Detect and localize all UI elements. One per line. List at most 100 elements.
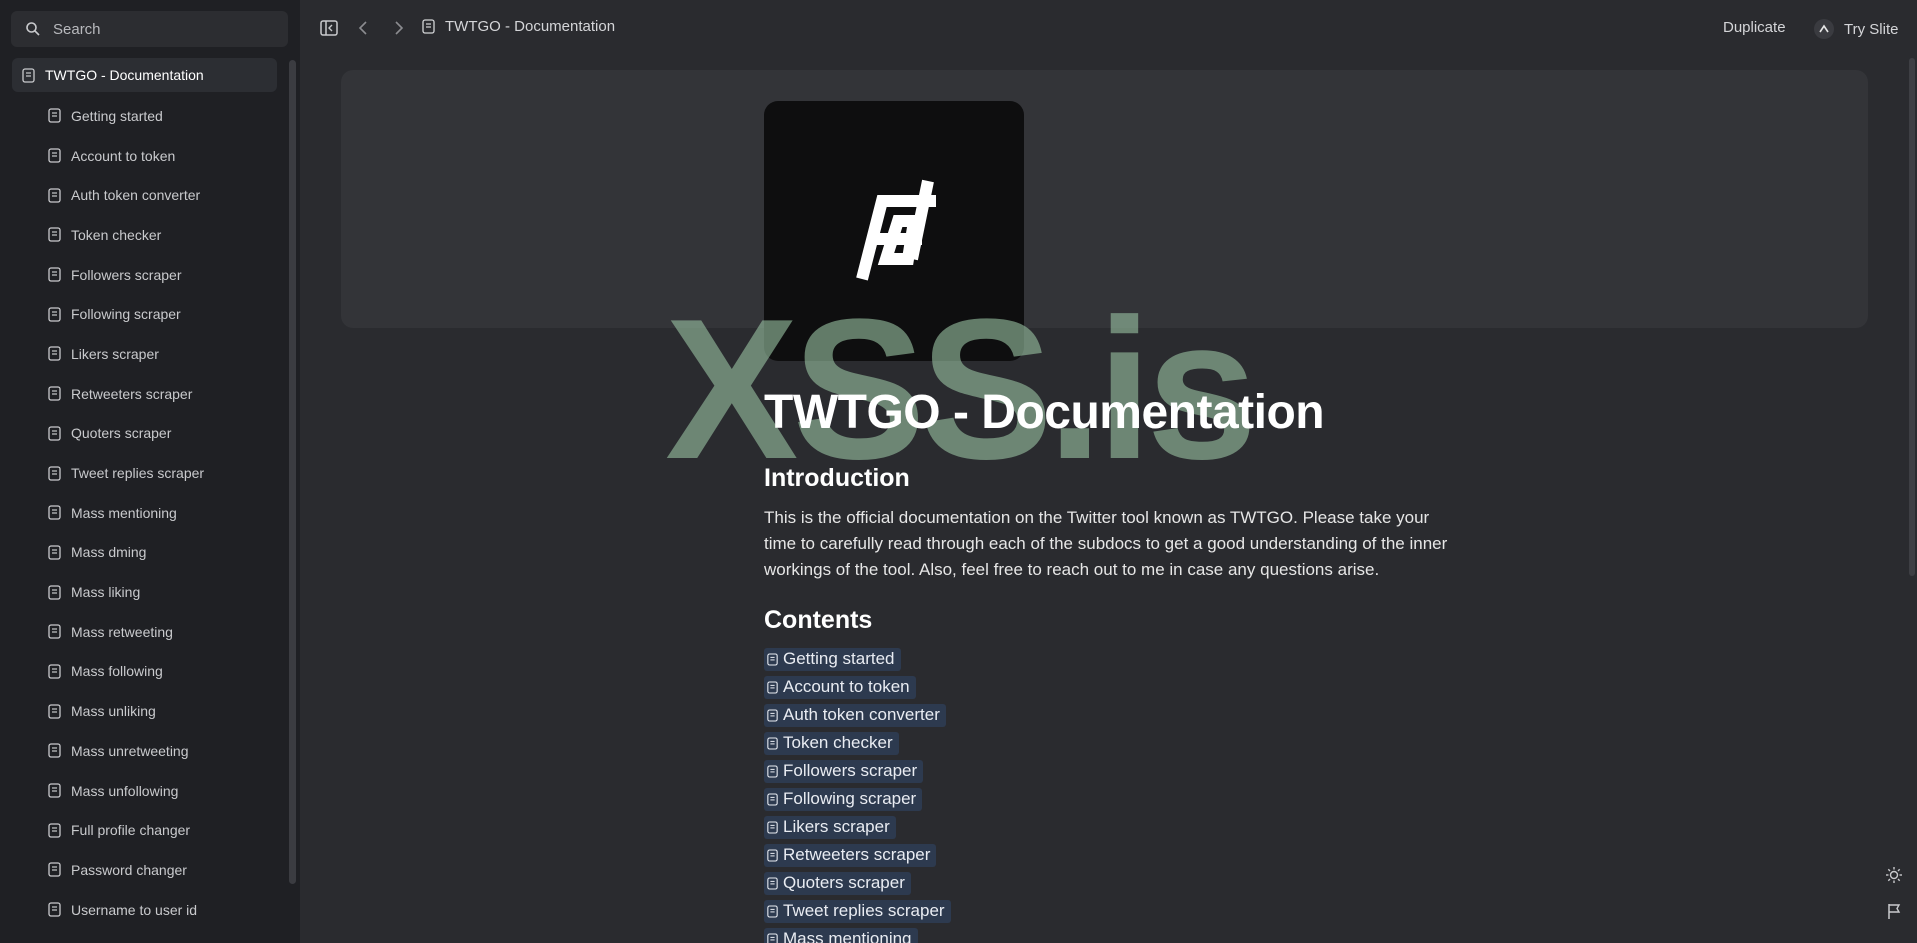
sidebar-item-mass-unfollowing[interactable]: Mass unfollowing bbox=[12, 771, 277, 811]
document-icon bbox=[48, 267, 61, 282]
intro-paragraph: This is the official documentation on th… bbox=[764, 505, 1464, 583]
sidebar-item-password-changer[interactable]: Password changer bbox=[12, 850, 277, 890]
contents-link-tweet-replies-scraper[interactable]: Tweet replies scraper bbox=[764, 899, 951, 923]
sidebar-toggle-icon[interactable] bbox=[319, 18, 339, 38]
contents-heading: Contents bbox=[764, 606, 873, 634]
sidebar: TWTGO - Documentation Getting started Acc… bbox=[0, 0, 300, 943]
sidebar-item-token-checker[interactable]: Token checker bbox=[12, 215, 277, 255]
doc-tree: TWTGO - Documentation Getting started Acc… bbox=[12, 58, 277, 929]
sidebar-item-mass-unliking[interactable]: Mass unliking bbox=[12, 691, 277, 731]
contents-link-label: Followers scraper bbox=[783, 761, 918, 780]
sidebar-item-username-to-user-id[interactable]: Username to user id bbox=[12, 890, 277, 930]
contents-item: Mass mentioning bbox=[764, 925, 951, 943]
document-icon bbox=[422, 19, 435, 34]
contents-link-account-to-token[interactable]: Account to token bbox=[764, 675, 916, 699]
breadcrumb[interactable]: TWTGO - Documentation bbox=[422, 18, 615, 35]
contents-link-getting-started[interactable]: Getting started bbox=[764, 647, 901, 671]
sidebar-item-followers-scraper[interactable]: Followers scraper bbox=[12, 255, 277, 295]
sidebar-item-label: Username to user id bbox=[71, 901, 198, 918]
document-icon bbox=[48, 148, 61, 163]
sidebar-item-mass-liking[interactable]: Mass liking bbox=[12, 572, 277, 612]
sidebar-item-likers-scraper[interactable]: Likers scraper bbox=[12, 334, 277, 374]
document-icon bbox=[767, 792, 778, 806]
sidebar-item-retweeters-scraper[interactable]: Retweeters scraper bbox=[12, 374, 277, 414]
document-icon bbox=[48, 346, 61, 362]
sidebar-item-label: Quoters scraper bbox=[71, 425, 172, 442]
document-logo bbox=[764, 101, 1024, 361]
sidebar-item-label: Mass mentioning bbox=[71, 504, 177, 521]
contents-link-label: Account to token bbox=[783, 677, 910, 696]
sidebar-item-mass-following[interactable]: Mass following bbox=[12, 652, 277, 692]
document-icon bbox=[48, 902, 61, 917]
contents-item: Retweeters scraper bbox=[764, 841, 951, 869]
sidebar-item-full-profile-changer[interactable]: Full profile changer bbox=[12, 810, 277, 850]
contents-link-following-scraper[interactable]: Following scraper bbox=[764, 787, 923, 811]
sidebar-item-mass-retweeting[interactable]: Mass retweeting bbox=[12, 612, 277, 652]
document-icon bbox=[48, 465, 61, 481]
forward-arrow-icon[interactable] bbox=[388, 18, 408, 38]
contents-link-label: Token checker bbox=[783, 733, 893, 752]
sidebar-item-mass-unretweeting[interactable]: Mass unretweeting bbox=[12, 731, 277, 771]
document-icon bbox=[767, 932, 778, 943]
document-icon bbox=[767, 736, 778, 750]
document-icon bbox=[48, 624, 61, 639]
document-icon bbox=[48, 664, 61, 679]
contents-link-retweeters-scraper[interactable]: Retweeters scraper bbox=[764, 843, 937, 867]
contents-link-label: Getting started bbox=[783, 649, 895, 668]
sidebar-item-mass-mentioning[interactable]: Mass mentioning bbox=[12, 493, 277, 533]
back-arrow-icon[interactable] bbox=[354, 18, 374, 38]
sidebar-item-label: Auth token converter bbox=[71, 187, 201, 204]
sidebar-item-label: Mass following bbox=[71, 663, 163, 680]
sidebar-item-auth-token-converter[interactable]: Auth token converter bbox=[12, 175, 277, 215]
flag-icon[interactable] bbox=[1885, 902, 1903, 920]
contents-link-mass-mentioning[interactable]: Mass mentioning bbox=[764, 927, 918, 943]
document-icon bbox=[767, 708, 778, 722]
contents-link-quoters-scraper[interactable]: Quoters scraper bbox=[764, 871, 911, 895]
document-icon bbox=[48, 862, 61, 878]
sun-icon[interactable] bbox=[1885, 866, 1903, 884]
document-icon bbox=[48, 426, 61, 441]
sidebar-item-label: Password changer bbox=[71, 861, 187, 878]
page-title: TWTGO - Documentation bbox=[764, 386, 1325, 439]
intro-text: in case any questions arise. bbox=[1164, 560, 1380, 579]
slite-logo-icon bbox=[1814, 19, 1834, 39]
sidebar-item-quoters-scraper[interactable]: Quoters scraper bbox=[12, 414, 277, 454]
contents-item: Account to token bbox=[764, 673, 951, 701]
sidebar-item-label: Getting started bbox=[71, 107, 163, 124]
sidebar-item-label: Account to token bbox=[71, 147, 176, 164]
sidebar-item-label: Mass retweeting bbox=[71, 623, 173, 640]
contents-link-label: Following scraper bbox=[783, 789, 917, 808]
contents-link-token-checker[interactable]: Token checker bbox=[764, 731, 899, 755]
search-input[interactable] bbox=[53, 20, 273, 38]
search-box[interactable] bbox=[11, 11, 288, 47]
document-icon bbox=[767, 820, 778, 834]
sidebar-item-root[interactable]: TWTGO - Documentation bbox=[12, 58, 277, 92]
sidebar-item-getting-started[interactable]: Getting started bbox=[12, 96, 277, 136]
document-icon bbox=[48, 743, 61, 758]
page-scrollbar[interactable] bbox=[1909, 58, 1915, 576]
contents-link-label: Quoters scraper bbox=[783, 873, 905, 892]
document-icon bbox=[48, 584, 61, 600]
sidebar-item-mass-dming[interactable]: Mass dming bbox=[12, 533, 277, 573]
document-icon bbox=[48, 545, 61, 560]
contents-link-label: Auth token converter bbox=[783, 705, 940, 724]
contents-link-followers-scraper[interactable]: Followers scraper bbox=[764, 759, 924, 783]
contact-link[interactable]: me bbox=[1141, 560, 1165, 579]
contents-link-auth-token-converter[interactable]: Auth token converter bbox=[764, 703, 946, 727]
document-icon bbox=[767, 652, 778, 666]
duplicate-button[interactable]: Duplicate bbox=[1717, 16, 1792, 39]
contents-link-likers-scraper[interactable]: Likers scraper bbox=[764, 815, 896, 839]
sidebar-item-following-scraper[interactable]: Following scraper bbox=[12, 294, 277, 334]
contents-link-label: Retweeters scraper bbox=[783, 845, 931, 864]
sidebar-item-tweet-replies-scraper[interactable]: Tweet replies scraper bbox=[12, 453, 277, 493]
sidebar-item-label: Mass unretweeting bbox=[71, 742, 189, 759]
sidebar-item-account-to-token[interactable]: Account to token bbox=[12, 136, 277, 176]
contents-list: Getting started Account to token Auth toke… bbox=[764, 645, 951, 943]
try-slite-button[interactable]: Try Slite bbox=[1808, 16, 1904, 42]
sidebar-item-label: Following scraper bbox=[71, 306, 181, 323]
document-icon bbox=[48, 386, 61, 401]
sidebar-scrollbar[interactable] bbox=[289, 60, 296, 884]
document-icon bbox=[48, 823, 61, 838]
contents-item: Following scraper bbox=[764, 785, 951, 813]
contents-link-label: Mass mentioning bbox=[783, 929, 912, 943]
